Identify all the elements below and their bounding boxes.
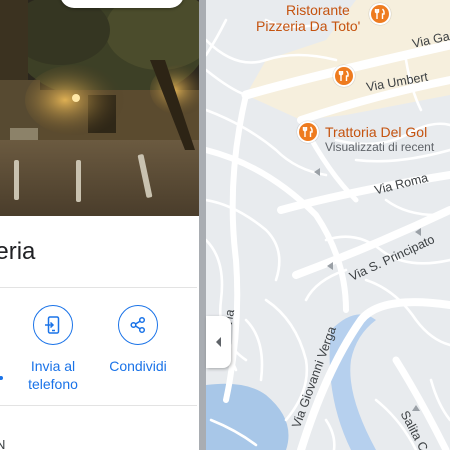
top-chip[interactable] — [60, 0, 184, 8]
poi-label-pizzeria-1[interactable]: Ristorante — [286, 3, 350, 17]
cut-off-text: N — [0, 437, 6, 450]
poi-label-trattoria[interactable]: Trattoria Del Gol — [325, 125, 427, 139]
divider — [0, 405, 197, 406]
restaurant-icon[interactable] — [369, 3, 391, 25]
map-canvas[interactable]: Ristorante Pizzeria Da Toto' Trattoria D… — [206, 0, 450, 450]
divider — [0, 287, 197, 288]
caret-left-icon — [215, 337, 221, 347]
collapse-panel-button[interactable] — [206, 316, 231, 368]
place-panel: heria Invia al telefono Condividi — [0, 0, 201, 450]
poi-recently-viewed: Visualizzati di recent — [325, 140, 435, 154]
send-to-phone-icon — [33, 305, 73, 345]
send-to-phone-label-2: telefono — [28, 376, 78, 392]
restaurant-icon[interactable] — [333, 65, 355, 87]
restaurant-icon[interactable] — [297, 121, 319, 143]
send-to-phone-label-1: Invia al — [30, 358, 76, 374]
panel-separator[interactable] — [199, 0, 206, 450]
place-title: heria — [0, 238, 36, 265]
share-label: Condividi — [109, 358, 167, 374]
place-photo-image — [0, 0, 201, 216]
send-to-phone-button[interactable]: Invia al telefono — [13, 305, 93, 393]
map-roads — [206, 0, 450, 450]
place-photo[interactable] — [0, 0, 201, 216]
poi-label-pizzeria-2[interactable]: Pizzeria Da Toto' — [256, 19, 360, 33]
share-icon — [118, 305, 158, 345]
cut-off-action-dot — [0, 376, 3, 380]
share-button[interactable]: Condividi — [98, 305, 178, 375]
